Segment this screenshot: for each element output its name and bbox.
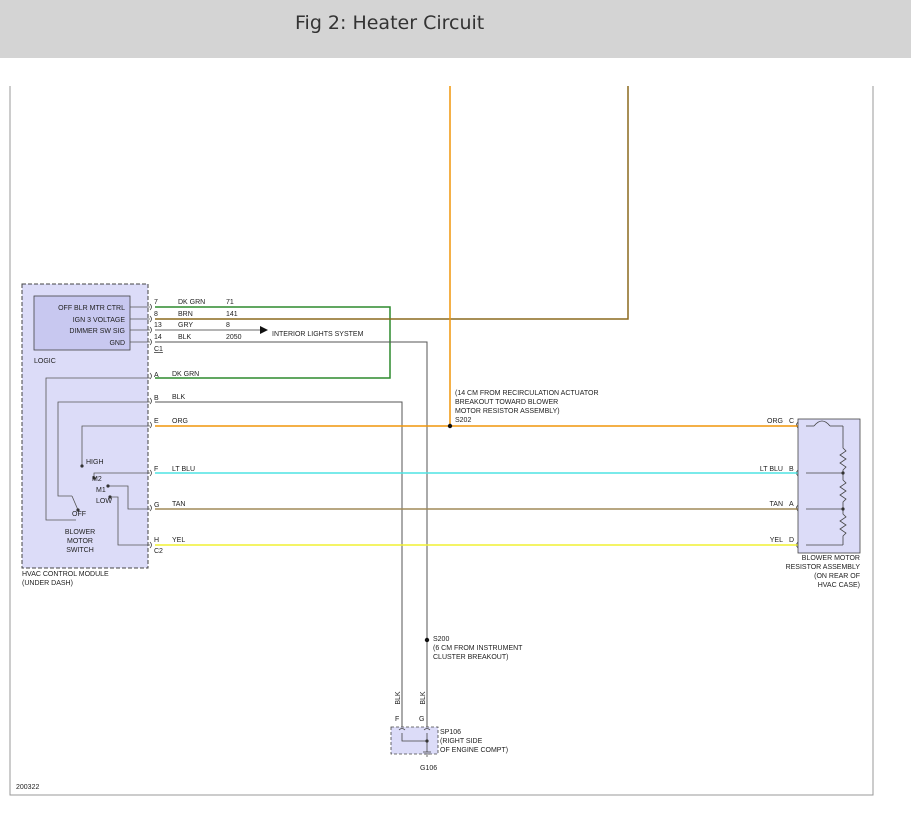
ground-pin-letter: F [395,716,399,723]
module-location: (UNDER DASH) [22,580,73,587]
c1-circuit-number: 8 [226,322,230,329]
logic-input-label: OFF BLR MTR CTRL [58,305,125,312]
c2-pin-letter: H [154,537,159,544]
heater-circuit-diagram: OFF BLR MTR CTRL IGN 3 VOLTAGE DIMMER SW… [9,86,874,796]
c2-wire-color: DK GRN [172,371,199,378]
splice-s202-dot [447,423,453,429]
resistor-pin-letter: C [789,418,794,425]
resistor-pin-letter: A [789,501,794,508]
sp106-label: SP106 [440,729,461,736]
c1-pin-number: 14 [154,334,162,341]
diagram-id: 200322 [16,784,39,791]
c2-wire-color: LT BLU [172,466,195,473]
resistor-name: HVAC CASE) [818,582,860,589]
switch-position-off: OFF [72,511,86,518]
c1-wire-color: BRN [178,311,193,318]
ground-wire-color: BLK [420,691,427,705]
c1-pin-number: 8 [154,311,158,318]
resistor-wire-color: TAN [770,501,783,508]
resistor-pin-letter: B [789,466,794,473]
switch-name: MOTOR [67,538,93,545]
c1-wire-color: BLK [178,334,192,341]
switch-position-m2: M2 [92,476,102,483]
s202-note: MOTOR RESISTOR ASSEMBLY) [455,408,560,415]
sp106-splice-pack [390,726,439,755]
c1-wire-color: DK GRN [178,299,205,306]
c1-wire-color: GRY [178,322,193,329]
resistor-pin-letter: D [789,537,794,544]
blower-resistor-assembly-box [797,418,861,554]
s200-note: CLUSTER BREAKOUT) [433,654,508,661]
sp106-note: OF ENGINE COMPT) [440,747,508,754]
module-name: HVAC CONTROL MODULE [22,571,109,578]
s200-note: (6 CM FROM INSTRUMENT [433,645,523,652]
c2-pin-letter: E [154,418,159,425]
switch-name: BLOWER [65,529,95,536]
wire-blk-ground-f [155,401,403,730]
wire-blk-ground-g [155,341,428,730]
logic-input-label: IGN 3 VOLTAGE [73,317,126,324]
sp106-junction [425,739,429,743]
switch-name: SWITCH [66,547,94,554]
s200-label: S200 [433,636,449,643]
c1-pin-number: 7 [154,299,158,306]
connector-c1-label: C1 [154,346,163,353]
ground-g106-label: G106 [420,765,437,772]
switch-position-m1: M1 [96,487,106,494]
connector-c2-label: C2 [154,548,163,555]
c2-pin-letter: B [154,395,159,402]
s202-note: (14 CM FROM RECIRCULATION ACTUATOR [455,390,599,397]
interior-lights-label: INTERIOR LIGHTS SYSTEM [272,331,364,338]
c2-wire-color: TAN [172,501,185,508]
resistor-name: RESISTOR ASSEMBLY [786,564,861,571]
wire-brn [155,86,629,320]
c2-pin-letter: F [154,466,158,473]
switch-position-low: LOW [96,498,112,505]
ground-wire-color: BLK [395,691,402,705]
resistor-name: BLOWER MOTOR [802,555,860,562]
c1-circuit-number: 71 [226,299,234,306]
resistor-wire-color: LT BLU [760,466,783,473]
resistor-wire-color: YEL [770,537,783,544]
c1-circuit-number: 2050 [226,334,242,341]
c2-wire-color: YEL [172,537,185,544]
ground-pin-letter: G [419,716,424,723]
s202-label: S202 [455,417,471,424]
logic-label: LOGIC [34,358,56,365]
sp106-note: (RIGHT SIDE [440,738,483,745]
arrow-icon [260,326,268,334]
c2-wire-color: ORG [172,418,188,425]
logic-input-label: GND [109,340,125,347]
switch-position-high: HIGH [86,459,104,466]
resistor-name: (ON REAR OF [814,573,860,580]
c1-circuit-number: 141 [226,311,238,318]
resistor-wire-color: ORG [767,418,783,425]
logic-input-label: DIMMER SW SIG [69,328,125,335]
s202-note: BREAKOUT TOWARD BLOWER [455,399,558,406]
c2-wire-color: BLK [172,394,186,401]
c1-pin-number: 13 [154,322,162,329]
splice-s200-dot [424,637,430,643]
c2-pin-letter: G [154,502,159,509]
